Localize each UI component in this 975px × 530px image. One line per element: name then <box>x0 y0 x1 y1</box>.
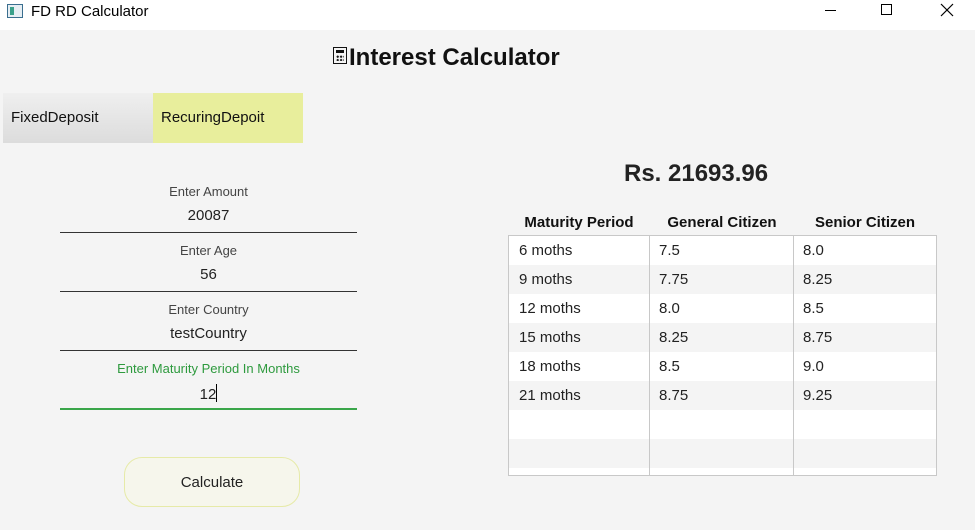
country-label: Enter Country <box>168 302 249 317</box>
result-amount: Rs. 21693.96 <box>624 160 769 187</box>
app-icon <box>7 4 23 18</box>
maximize-icon <box>881 4 892 15</box>
table-row[interactable]: 15 moths 8.25 8.75 <box>509 323 936 352</box>
page-title-text: Interest Calculator <box>349 44 560 71</box>
table-row[interactable]: 9 moths 7.75 8.25 <box>509 265 936 294</box>
close-icon <box>940 3 954 17</box>
age-label: Enter Age <box>179 243 238 258</box>
table-cell: 8.0 <box>803 242 824 259</box>
page-title: Interest Calculator <box>333 44 560 72</box>
text-caret <box>216 384 218 402</box>
table-cell: 21 moths <box>519 387 581 404</box>
age-input[interactable]: 56 <box>60 266 357 283</box>
calculate-button[interactable]: Calculate <box>124 457 300 507</box>
tab-fixed-deposit[interactable]: FixedDeposit <box>3 93 153 143</box>
country-underline <box>60 350 357 351</box>
calculator-icon <box>333 47 347 64</box>
table-cell: 8.25 <box>659 329 689 346</box>
maturity-input-value: 12 <box>199 386 217 403</box>
age-underline <box>60 291 357 292</box>
close-button[interactable] <box>923 0 969 30</box>
window-title: FD RD Calculator <box>31 3 149 20</box>
table-row[interactable]: 12 moths 8.0 8.5 <box>509 294 936 323</box>
table-cell: 8.5 <box>803 300 824 317</box>
table-cell: 6 moths <box>519 242 573 259</box>
minimize-button[interactable] <box>807 0 853 30</box>
table-cell: 15 moths <box>519 329 581 346</box>
table-cell: 9.0 <box>803 358 824 375</box>
table-cell: 12 moths <box>519 300 581 317</box>
maturity-input[interactable]: 12 <box>60 384 357 403</box>
table-cell: 8.5 <box>659 358 680 375</box>
table-header-maturity[interactable]: Maturity Period <box>508 214 650 231</box>
table-cell: 7.5 <box>659 242 680 259</box>
minimize-icon <box>825 10 836 11</box>
table-row-empty <box>509 439 936 468</box>
title-bar: FD RD Calculator <box>0 0 975 30</box>
amount-label: Enter Amount <box>169 184 248 199</box>
table-header-general[interactable]: General Citizen <box>650 214 794 231</box>
table-cell: 7.75 <box>659 271 689 288</box>
table-row[interactable]: 18 moths 8.5 9.0 <box>509 352 936 381</box>
maturity-underline <box>60 408 357 410</box>
table-cell: 8.75 <box>659 387 689 404</box>
table-row-empty <box>509 410 936 439</box>
country-input[interactable]: testCountry <box>60 325 357 342</box>
table-cell: 8.25 <box>803 271 833 288</box>
table-cell: 9.25 <box>803 387 833 404</box>
table-row[interactable]: 21 moths 8.75 9.25 <box>509 381 936 410</box>
table-cell: 18 moths <box>519 358 581 375</box>
amount-input[interactable]: 20087 <box>60 207 357 224</box>
column-divider <box>793 236 794 475</box>
table-cell: 8.75 <box>803 329 833 346</box>
amount-underline <box>60 232 357 233</box>
table-cell: 8.0 <box>659 300 680 317</box>
maturity-label: Enter Maturity Period In Months <box>117 361 300 376</box>
table-cell: 9 moths <box>519 271 573 288</box>
tab-recurring-deposit[interactable]: RecuringDepoit <box>153 93 303 143</box>
table-header-senior[interactable]: Senior Citizen <box>794 214 936 231</box>
rates-table[interactable]: 6 moths 7.5 8.0 9 moths 7.75 8.25 12 mot… <box>508 235 937 476</box>
column-divider <box>649 236 650 475</box>
table-row[interactable]: 6 moths 7.5 8.0 <box>509 236 936 265</box>
maximize-button[interactable] <box>863 0 909 30</box>
